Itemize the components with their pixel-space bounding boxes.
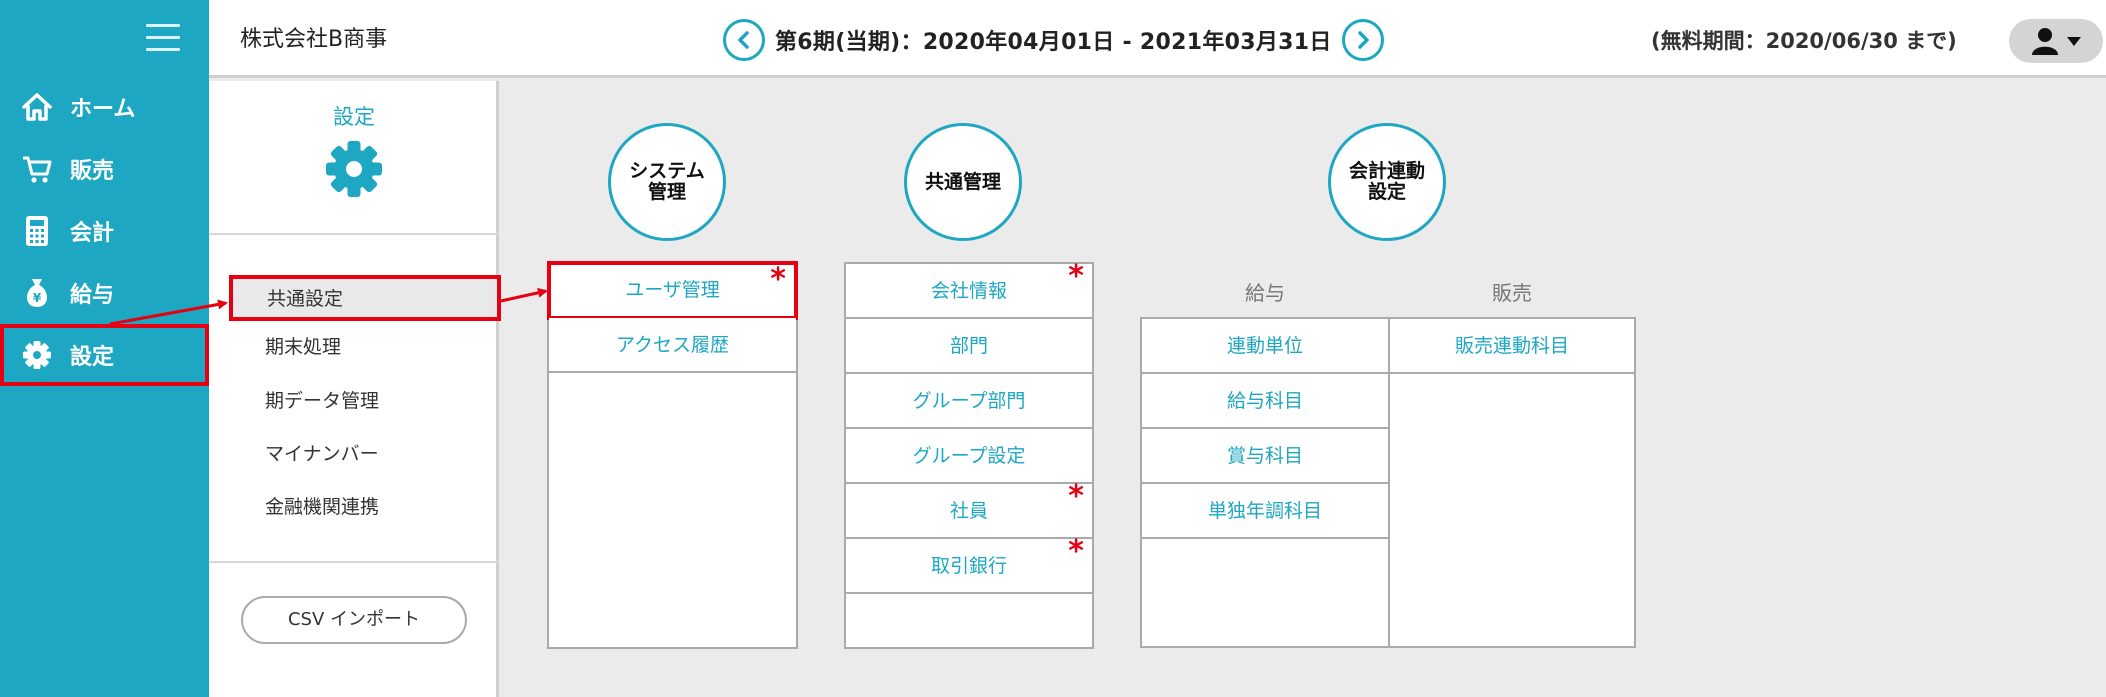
access-history-item[interactable]: アクセス履歴: [549, 318, 796, 373]
calculator-icon: [20, 214, 54, 248]
nav-item-home[interactable]: ホーム: [0, 76, 209, 138]
heading-line: 管理: [647, 181, 686, 203]
required-mark: *: [1068, 479, 1084, 514]
settings-item-common[interactable]: 共通設定: [229, 275, 501, 321]
sales-link-account-item[interactable]: 販売連動科目: [1390, 319, 1634, 374]
settings-panel-title: 設定: [333, 105, 375, 129]
nav-item-label: 設定: [70, 345, 115, 370]
company-info-item[interactable]: 会社情報 *: [846, 259, 1092, 319]
settings-item-year-end[interactable]: 期末処理: [265, 327, 341, 367]
period-selector: 第6期(当期)：2020年04月01日 - 2021年03月31日: [723, 18, 1384, 62]
gear-icon: [20, 338, 54, 372]
home-icon: [20, 90, 54, 124]
department-item[interactable]: 部門: [846, 319, 1092, 374]
common-management-heading: 共通管理: [904, 123, 1022, 241]
nav-item-label: ホーム: [70, 97, 136, 122]
settings-panel: 設定 共通設定 期末処理 期データ管理 マイナンバー 金融機関連携 CSV イン…: [209, 81, 501, 697]
item-label: 販売連動科目: [1454, 335, 1569, 357]
money-bag-icon: ¥: [20, 276, 54, 310]
settings-item-my-number[interactable]: マイナンバー: [265, 434, 379, 474]
user-icon: [2032, 28, 2058, 55]
settings-item-period-data[interactable]: 期データ管理: [265, 381, 379, 421]
nav-item-settings[interactable]: 設定: [0, 324, 209, 386]
company-name: 株式会社B商事: [240, 27, 388, 52]
sales-link-list: 販売連動科目: [1388, 317, 1636, 648]
link-unit-item[interactable]: 連動単位: [1142, 319, 1388, 374]
accounting-link-heading: 会計連動 設定: [1328, 123, 1446, 241]
group-department-item[interactable]: グループ部門: [846, 374, 1092, 429]
nav-item-label: 給与: [70, 283, 115, 308]
period-text: 第6期(当期)：2020年04月01日 - 2021年03月31日: [775, 30, 1332, 55]
item-label: 社員: [949, 500, 988, 522]
system-management-list: ユーザ管理 * アクセス履歴: [547, 261, 798, 649]
item-label: ユーザ管理: [625, 279, 720, 301]
heading-line: 会計連動: [1348, 160, 1425, 182]
item-label: 単独年調科目: [1207, 500, 1322, 522]
sales-label: 販売: [1492, 281, 1532, 305]
item-label: 連動単位: [1226, 335, 1303, 357]
bank-item[interactable]: 取引銀行 *: [846, 534, 1092, 594]
user-management-item[interactable]: ユーザ管理 *: [547, 261, 798, 320]
system-management-heading: システム 管理: [608, 123, 726, 241]
next-period-button[interactable]: [1341, 19, 1384, 61]
heading-line: 設定: [1367, 181, 1406, 203]
payroll-link-list: 連動単位 給与科目 賞与科目 単独年調科目: [1140, 317, 1390, 648]
main-content: システム 管理 ユーザ管理 * アクセス履歴 共通管理 会社情報 * 部門 グルー…: [502, 81, 2106, 697]
item-label: グループ部門: [912, 390, 1026, 412]
settings-gear-icon: [326, 141, 382, 197]
common-management-list: 会社情報 * 部門 グループ部門 グループ設定 社員 * 取引銀行 *: [844, 259, 1094, 649]
nav-item-label: 会計: [70, 221, 115, 246]
salary-account-item[interactable]: 給与科目: [1142, 374, 1388, 429]
heading-line: システム: [629, 160, 705, 182]
item-label: 会社情報: [930, 280, 1007, 302]
top-bar: 株式会社B商事 第6期(当期)：2020年04月01日 - 2021年03月31…: [209, 0, 2106, 78]
item-label: 取引銀行: [930, 555, 1007, 577]
required-mark: *: [770, 262, 786, 297]
bonus-account-item[interactable]: 賞与科目: [1142, 429, 1388, 484]
hamburger-menu-icon[interactable]: [146, 24, 180, 52]
employee-item[interactable]: 社員 *: [846, 479, 1092, 539]
caret-down-icon: [2067, 37, 2081, 46]
cart-icon: [20, 152, 54, 186]
nav-item-sales[interactable]: 販売: [0, 138, 209, 200]
svg-text:¥: ¥: [33, 291, 42, 305]
group-settings-item[interactable]: グループ設定: [846, 429, 1092, 484]
item-label: 部門: [949, 335, 988, 357]
trial-period-text: (無料期間：2020/06/30 まで): [1651, 29, 1957, 53]
csv-import-button[interactable]: CSV インポート: [241, 596, 467, 644]
item-label: アクセス履歴: [615, 334, 730, 356]
divider: [209, 561, 499, 563]
left-nav: ホーム 販売 会計 ¥ 給与 設定: [0, 0, 209, 697]
divider: [209, 233, 499, 235]
item-label: グループ設定: [912, 445, 1026, 467]
nav-item-accounting[interactable]: 会計: [0, 200, 209, 262]
settings-item-bank-link[interactable]: 金融機関連携: [265, 487, 379, 527]
prev-period-button[interactable]: [723, 19, 765, 61]
required-mark: *: [1068, 534, 1084, 569]
nav-item-label: 販売: [70, 159, 115, 184]
nav-item-payroll[interactable]: ¥ 給与: [0, 262, 209, 324]
required-mark: *: [1068, 259, 1084, 294]
heading-line: 共通管理: [924, 170, 1001, 193]
user-menu-button[interactable]: [2009, 19, 2103, 63]
item-label: 給与科目: [1226, 390, 1303, 412]
payroll-label: 給与: [1245, 281, 1285, 305]
year-end-adjustment-account-item[interactable]: 単独年調科目: [1142, 484, 1388, 539]
item-label: 賞与科目: [1226, 445, 1303, 467]
